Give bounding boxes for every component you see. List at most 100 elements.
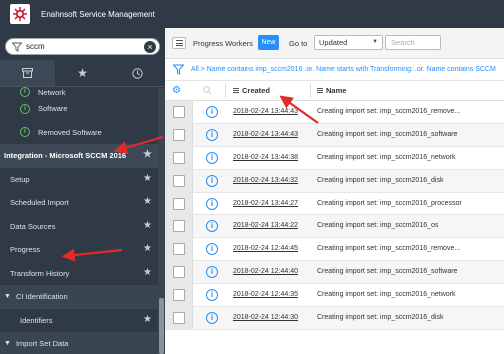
row-checkbox[interactable] — [173, 128, 185, 141]
created-link[interactable]: 2018-02-24 13:44:32 — [233, 177, 298, 184]
tab-history[interactable] — [110, 60, 165, 86]
info-icon[interactable]: i — [206, 174, 218, 187]
row-checkbox[interactable] — [173, 243, 185, 256]
sidebar-section-import-set-data[interactable]: ▼ Import Set Data — [0, 332, 158, 354]
app-logo[interactable] — [10, 4, 30, 24]
row-select-cell — [165, 123, 193, 146]
column-header-created[interactable]: Created — [233, 86, 270, 95]
goto-field-select[interactable]: Updated ▼ — [314, 35, 383, 50]
chevron-down-icon: ▼ — [372, 39, 378, 45]
sidebar-item-transform-history[interactable]: Transform History ★ — [0, 262, 158, 286]
sidebar-item-progress[interactable]: Progress ★ — [0, 238, 158, 262]
sidebar-item-identifiers[interactable]: Identifiers ★ — [0, 309, 158, 333]
table-row[interactable]: i 2018-02-24 12:44:40 Creating import set:… — [165, 261, 504, 285]
row-checkbox[interactable] — [173, 197, 185, 210]
filter-breadcrumb: All > Name contains imp_sccm2016 .or. Na… — [165, 59, 504, 81]
created-link[interactable]: 2018-02-24 13:44:38 — [233, 154, 298, 161]
info-icon[interactable]: i — [206, 289, 218, 302]
table-row[interactable]: i 2018-02-24 13:44:43 Creating import set:… — [165, 101, 504, 124]
info-icon: i — [20, 103, 30, 114]
sidebar-item-label: Software — [38, 104, 68, 114]
table-row[interactable]: i 2018-02-24 12:44:35 Creating import set:… — [165, 284, 504, 308]
info-icon[interactable]: i — [206, 128, 218, 141]
favorite-star-icon[interactable]: ★ — [143, 173, 152, 184]
info-icon[interactable]: i — [206, 312, 218, 325]
column-header-label: Name — [326, 86, 347, 95]
info-icon[interactable]: i — [206, 106, 218, 118]
sidebar-scroll-thumb[interactable] — [159, 298, 164, 354]
search-input[interactable]: Search — [385, 35, 441, 50]
tab-favorites[interactable]: ★ — [55, 60, 110, 86]
sidebar-section-ci-identification[interactable]: ▼ CI Identification — [0, 285, 158, 309]
sidebar-item-network[interactable]: i Network — [0, 87, 158, 97]
new-button[interactable]: New — [258, 35, 279, 50]
logo-icon — [13, 7, 27, 21]
navigator-filter[interactable]: × — [5, 38, 160, 55]
created-link[interactable]: 2018-02-24 13:44:27 — [233, 200, 298, 207]
sidebar-item-label: Setup — [10, 174, 30, 184]
sidebar-item-scheduled-import[interactable]: Scheduled Import ★ — [0, 191, 158, 215]
row-checkbox[interactable] — [173, 266, 185, 279]
sidebar-item-label: Network — [38, 88, 66, 97]
goto-field-value: Updated — [319, 38, 348, 47]
row-checkbox[interactable] — [173, 174, 185, 187]
table-row[interactable]: i 2018-02-24 13:44:22 Creating import set:… — [165, 215, 504, 239]
list-toolbar: Progress Workers New Go to Updated ▼ Sea… — [165, 28, 504, 59]
info-icon[interactable]: i — [206, 220, 218, 233]
table-row[interactable]: i 2018-02-24 13:44:43 Creating import set:… — [165, 123, 504, 147]
row-checkbox[interactable] — [173, 106, 185, 118]
table-row[interactable]: i 2018-02-24 13:44:27 Creating import set:… — [165, 192, 504, 216]
gear-icon[interactable]: ⚙ — [172, 85, 181, 96]
sidebar-module-sccm[interactable]: Integration - Microsoft SCCM 2016 ★ — [0, 144, 158, 168]
search-icon[interactable] — [203, 86, 212, 95]
column-header-name[interactable]: Name — [317, 86, 346, 95]
row-checkbox[interactable] — [173, 289, 185, 302]
info-icon[interactable]: i — [206, 243, 218, 256]
row-checkbox[interactable] — [173, 151, 185, 164]
sidebar-item-label: Scheduled Import — [10, 198, 69, 208]
clear-filter-icon[interactable]: × — [144, 41, 156, 53]
favorite-star-icon[interactable]: ★ — [143, 267, 152, 278]
sidebar-item-software[interactable]: i Software — [0, 97, 158, 121]
row-checkbox[interactable] — [173, 312, 185, 325]
list-title[interactable]: Progress Workers — [193, 39, 253, 48]
favorite-star-icon[interactable]: ★ — [143, 197, 152, 207]
sidebar-item-data-sources[interactable]: Data Sources ★ — [0, 215, 158, 239]
table-row[interactable]: i 2018-02-24 12:44:30 Creating import set:… — [165, 307, 504, 330]
table-row[interactable]: i 2018-02-24 13:44:32 Creating import set:… — [165, 169, 504, 193]
info-icon[interactable]: i — [206, 197, 218, 210]
name-cell: Creating import set: imp_sccm2016_remove… — [317, 108, 461, 115]
list-menu-button[interactable] — [172, 37, 186, 49]
navigator-filter-input[interactable] — [26, 42, 136, 51]
info-icon[interactable]: i — [206, 151, 218, 164]
column-header-row: ⚙ Created Name — [165, 81, 504, 101]
row-checkbox[interactable] — [173, 220, 185, 233]
favorite-star-icon[interactable]: ★ — [143, 314, 152, 325]
column-header-label: Created — [242, 86, 270, 95]
created-link[interactable]: 2018-02-24 12:44:35 — [233, 291, 298, 298]
goto-label: Go to — [289, 39, 308, 48]
created-link[interactable]: 2018-02-24 12:44:30 — [233, 314, 298, 321]
sidebar-item-removed-software[interactable]: i Removed Software — [0, 121, 158, 145]
info-icon[interactable]: i — [206, 266, 218, 279]
created-link[interactable]: 2018-02-24 13:44:43 — [233, 131, 298, 138]
name-cell: Creating import set: imp_sccm2016_os — [317, 222, 439, 230]
breadcrumb-text[interactable]: All > Name contains imp_sccm2016 .or. Na… — [191, 66, 496, 73]
created-link[interactable]: 2018-02-24 13:44:22 — [233, 222, 298, 229]
table-row[interactable]: i 2018-02-24 13:44:38 Creating import set:… — [165, 146, 504, 170]
sidebar-item-label: Transform History — [10, 268, 70, 278]
info-icon: i — [20, 127, 30, 138]
favorite-star-icon[interactable]: ★ — [143, 244, 152, 254]
favorite-star-icon[interactable]: ★ — [143, 150, 152, 160]
sidebar-item-label: Integration - Microsoft SCCM 2016 — [4, 151, 127, 161]
created-link[interactable]: 2018-02-24 12:44:40 — [233, 268, 298, 275]
favorite-star-icon[interactable]: ★ — [143, 220, 152, 231]
funnel-icon — [12, 42, 22, 52]
table-row[interactable]: i 2018-02-24 12:44:45 Creating import set:… — [165, 238, 504, 262]
created-link[interactable]: 2018-02-24 12:44:45 — [233, 245, 298, 252]
created-link[interactable]: 2018-02-24 13:44:43 — [233, 108, 298, 115]
sidebar-item-setup[interactable]: Setup ★ — [0, 168, 158, 192]
tab-all-applications[interactable] — [0, 60, 55, 86]
funnel-icon[interactable] — [173, 64, 184, 75]
column-menu-icon — [317, 88, 323, 93]
